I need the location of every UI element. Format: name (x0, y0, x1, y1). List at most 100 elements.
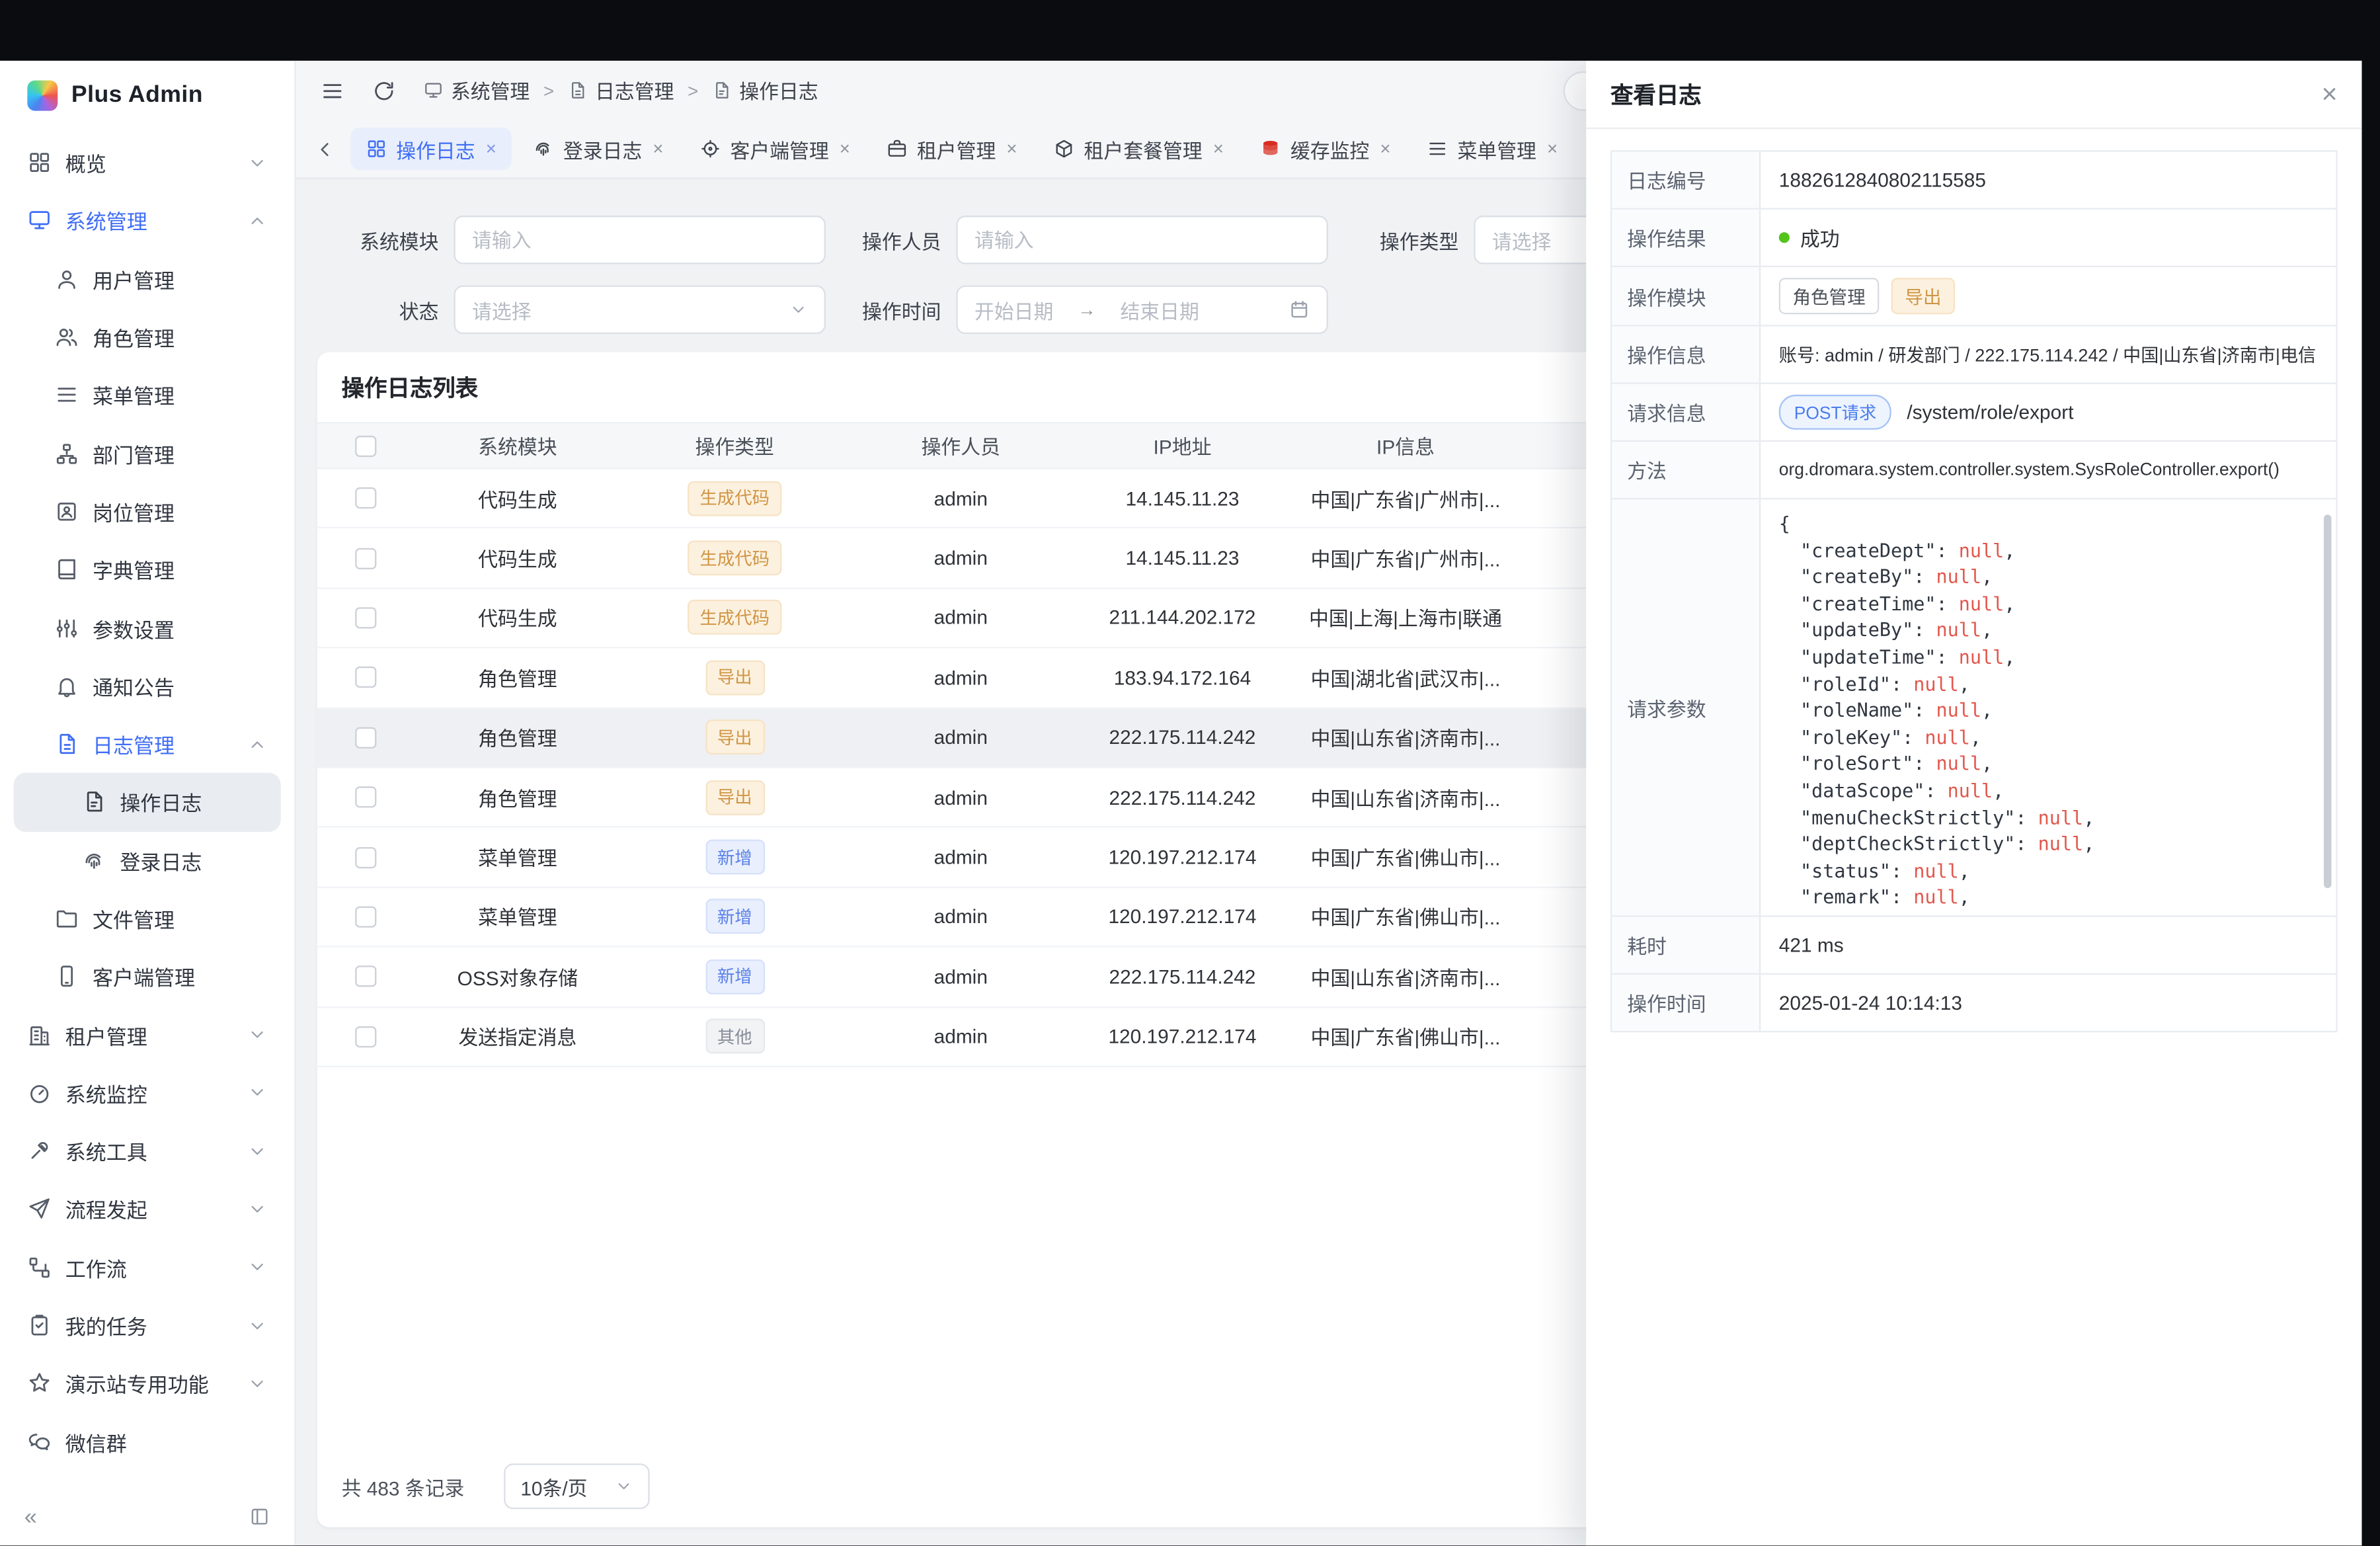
sidebar-item[interactable]: 操作日志 (14, 773, 281, 831)
operation-time-range-input[interactable]: 开始日期 → 结束日期 (956, 286, 1328, 334)
system-module-input[interactable] (454, 216, 825, 264)
cell-operator: admin (848, 547, 1073, 569)
chevron-down-icon (789, 301, 808, 319)
tabs-scroll-left-icon[interactable] (314, 138, 337, 160)
operation-type-tag: 导出 (705, 780, 764, 815)
sidebar-item[interactable]: 参数设置 (14, 598, 281, 657)
row-checkbox[interactable] (355, 548, 376, 569)
breadcrumb-separator: > (543, 80, 554, 101)
row-checkbox[interactable] (355, 846, 376, 868)
pin-icon[interactable] (249, 1506, 270, 1527)
row-checkbox[interactable] (355, 667, 376, 688)
sidebar-item[interactable]: 角色管理 (14, 308, 281, 366)
sidebar-item[interactable]: 系统监控 (14, 1064, 281, 1122)
sidebar-item[interactable]: 客户端管理 (14, 948, 281, 1006)
close-icon[interactable]: × (2322, 81, 2338, 108)
cell-ip: 120.197.212.174 (1073, 846, 1292, 868)
row-checkbox[interactable] (355, 906, 376, 927)
field-label-request: 请求信息 (1612, 384, 1761, 442)
sidebar-item[interactable]: 字典管理 (14, 541, 281, 599)
logo: Plus Admin (0, 61, 294, 131)
sidebar-item[interactable]: 文件管理 (14, 889, 281, 948)
redis-icon (1260, 138, 1281, 159)
sidebar-item[interactable]: 用户管理 (14, 250, 281, 308)
operation-type-tag: 生成代码 (688, 481, 781, 516)
cell-operator: admin (848, 905, 1073, 928)
sidebar: Plus Admin 概览 系统管理 (0, 61, 296, 1546)
sidebar-item[interactable]: 租户管理 (14, 1006, 281, 1064)
cell-module: 角色管理 (415, 723, 621, 752)
field-value-log-id: 1882612840802115585 (1761, 152, 2336, 210)
cell-module: 代码生成 (415, 544, 621, 573)
request-params-code[interactable]: { "createDept": null, "createBy": null, … (1761, 499, 2336, 915)
page-size-select[interactable]: 10条/页 (504, 1463, 650, 1509)
close-tab-icon[interactable]: × (840, 138, 850, 159)
breadcrumb-item[interactable]: 操作日志 (712, 76, 818, 105)
sidebar-item[interactable]: 流程发起 (14, 1180, 281, 1239)
hamburger-icon[interactable] (320, 78, 344, 102)
app-window: Plus Admin 概览 系统管理 (0, 61, 2361, 1546)
code-scrollbar[interactable] (2324, 514, 2331, 888)
row-checkbox[interactable] (355, 787, 376, 808)
chevron-up-icon (247, 211, 267, 231)
operation-type-tag: 其他 (705, 1019, 764, 1054)
json-line: "dataScope": null, (1779, 777, 2312, 803)
sidebar-item[interactable]: 部门管理 (14, 425, 281, 483)
system-icon (27, 209, 52, 233)
close-tab-icon[interactable]: × (1380, 138, 1390, 159)
breadcrumb: 系统管理 > 日志管理 > 操作日志 (424, 76, 818, 105)
close-tab-icon[interactable]: × (1006, 138, 1017, 159)
sidebar-item[interactable]: 通知公告 (14, 657, 281, 715)
tab-label: 客户端管理 (730, 134, 828, 163)
logo-text: Plus Admin (71, 82, 203, 109)
sidebar-item[interactable]: 微信群 (14, 1412, 281, 1471)
tab[interactable]: 租户套餐管理 × (1039, 128, 1239, 170)
sidebar-item[interactable]: 日志管理 (14, 715, 281, 773)
tab[interactable]: 菜单管理 × (1412, 128, 1573, 170)
filter-label-module: 系统模块 (317, 225, 439, 255)
row-checkbox[interactable] (355, 607, 376, 628)
row-checkbox[interactable] (355, 1026, 376, 1047)
cell-ip-info: 中国|广东省|佛山市|... (1292, 1022, 1519, 1051)
close-tab-icon[interactable]: × (653, 138, 663, 159)
select-all-checkbox[interactable] (355, 435, 376, 456)
row-checkbox[interactable] (355, 487, 376, 509)
table-header-cell: 操作人员 (848, 431, 1073, 460)
tab[interactable]: 缓存监控 × (1245, 128, 1406, 170)
breadcrumb-separator: > (688, 80, 698, 101)
tool-icon (27, 1139, 52, 1163)
json-line: "deptCheckStrictly": null, (1779, 831, 2312, 857)
operator-input[interactable] (956, 216, 1328, 264)
tab[interactable]: 租户管理 × (871, 128, 1032, 170)
cell-module: 代码生成 (415, 604, 621, 633)
operation-type-tag: 导出 (705, 720, 764, 755)
refresh-icon[interactable] (372, 78, 396, 102)
breadcrumb-item[interactable]: 系统管理 > (424, 76, 568, 105)
sidebar-item[interactable]: 我的任务 (14, 1297, 281, 1355)
tab[interactable]: 操作日志 × (350, 128, 511, 170)
tab[interactable]: 登录日志 × (518, 128, 678, 170)
field-value-result: 成功 (1761, 210, 2336, 267)
status-select[interactable]: 请选择 (454, 286, 825, 334)
sidebar-item[interactable]: 岗位管理 (14, 483, 281, 541)
breadcrumb-label: 日志管理 (595, 76, 674, 105)
cell-ip-info: 中国|湖北省|武汉市|... (1292, 663, 1519, 692)
sidebar-item[interactable]: 概览 (14, 134, 281, 192)
sidebar-item[interactable]: 系统工具 (14, 1122, 281, 1180)
sidebar-item[interactable]: 工作流 (14, 1239, 281, 1297)
collapse-sidebar-icon[interactable]: « (24, 1506, 37, 1528)
close-tab-icon[interactable]: × (1547, 138, 1558, 159)
close-tab-icon[interactable]: × (486, 138, 496, 159)
field-value-module: 角色管理 导出 (1761, 267, 2336, 327)
row-checkbox[interactable] (355, 727, 376, 748)
sidebar-item[interactable]: 菜单管理 (14, 366, 281, 425)
row-checkbox[interactable] (355, 966, 376, 987)
sidebar-item[interactable]: 登录日志 (14, 831, 281, 889)
tab[interactable]: 客户端管理 × (685, 128, 865, 170)
close-tab-icon[interactable]: × (1213, 138, 1224, 159)
chevron-up-icon (247, 734, 267, 754)
sidebar-item[interactable]: 演示站专用功能 (14, 1354, 281, 1412)
breadcrumb-item[interactable]: 日志管理 > (568, 76, 712, 105)
sidebar-item[interactable]: 系统管理 (14, 192, 281, 250)
cell-ip-info: 中国|山东省|济南市|... (1292, 962, 1519, 991)
